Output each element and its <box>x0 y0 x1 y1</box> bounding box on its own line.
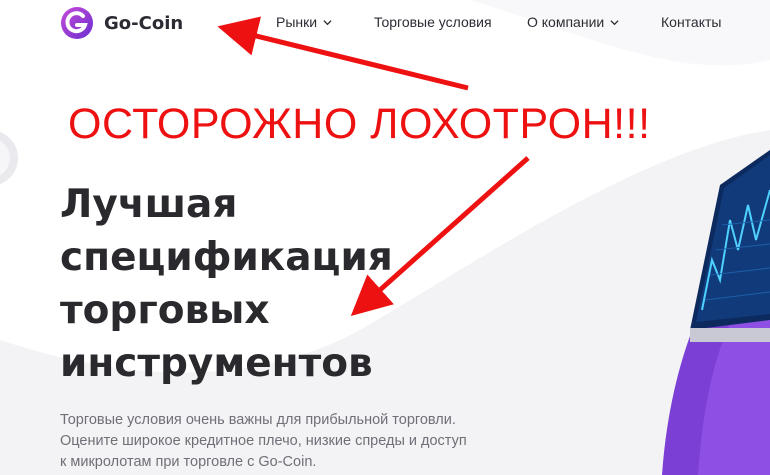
hero-title-line: торговых <box>60 288 270 333</box>
hero-description-line: к микролотам при торговле с Go-Coin. <box>60 454 317 470</box>
side-decoration-circle <box>0 131 18 185</box>
hero-description-line: Торговые условия очень важны для прибыль… <box>60 412 456 428</box>
hero-title-line: Лучшая <box>60 182 238 227</box>
chevron-down-icon <box>610 19 619 25</box>
brand-logo[interactable]: Go-Coin <box>60 6 183 40</box>
nav-item-label: Торговые условия <box>374 14 492 30</box>
nav-item-markets[interactable]: Рынки <box>276 14 332 30</box>
nav-item-label: Рынки <box>276 14 318 30</box>
nav-item-trading-conditions[interactable]: Торговые условия <box>374 14 492 30</box>
hero-title-line: инструментов <box>60 341 373 386</box>
nav-item-label: О компании <box>527 14 605 30</box>
hero-title: Лучшая спецификация торговых инструменто… <box>60 178 480 390</box>
nav-item-label: Контакты <box>661 14 722 30</box>
hero-description-line: Оцените широкое кредитное плечо, низкие … <box>60 433 467 449</box>
hero-description: Торговые условия очень важны для прибыль… <box>60 410 530 473</box>
hero-title-line: спецификация <box>60 235 393 280</box>
scam-warning-text: ОСТОРОЖНО ЛОХОТРОН!!! <box>68 100 651 148</box>
top-navigation: Go-Coin Рынки Торговые условия О компани… <box>0 0 770 46</box>
nav-item-about[interactable]: О компании <box>527 14 619 30</box>
brand-name: Go-Coin <box>104 12 184 34</box>
chevron-down-icon <box>323 19 332 25</box>
go-coin-logo-icon <box>61 7 93 39</box>
nav-item-contacts[interactable]: Контакты <box>661 14 721 30</box>
hero-device-illustration <box>662 150 770 475</box>
